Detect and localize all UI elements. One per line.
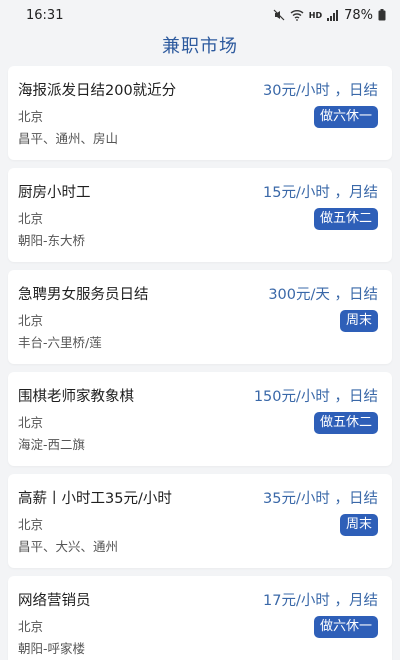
schedule-badge: 做六休一 [313, 616, 378, 638]
job-list: 海报派发日结200就近分 30元/小时 ，日结 北京 昌平、通州、房山 做六休一… [0, 66, 400, 660]
page-title: 兼职市场 [0, 30, 400, 60]
mute-icon [273, 9, 285, 21]
job-salary: 150元/小时 ，日结 [253, 388, 378, 405]
hd-label: HD [308, 10, 323, 20]
job-district: 朝阳-东大桥 [18, 233, 86, 248]
job-salary: 35元/小时 ，日结 [263, 490, 378, 507]
schedule-badge: 做六休一 [313, 106, 378, 128]
job-card[interactable]: 网络营销员 17元/小时 ，月结 北京 朝阳-呼家楼 做六休一 [8, 576, 392, 660]
page-title-text: 兼职市场 [162, 36, 238, 57]
job-salary: 17元/小时 ，月结 [263, 592, 378, 609]
job-district: 丰台-六里桥/莲 [18, 335, 102, 350]
job-title: 高薪丨小时工35元/小时 [18, 490, 172, 507]
job-district: 朝阳-呼家楼 [18, 641, 86, 656]
job-district: 昌平、大兴、通州 [18, 539, 119, 554]
job-title: 网络营销员 [18, 592, 91, 609]
battery-icon [378, 9, 386, 21]
status-time: 16:31 [26, 7, 64, 23]
schedule-badge: 做五休二 [313, 412, 378, 434]
job-card[interactable]: 急聘男女服务员日结 300元/天 ，日结 北京 丰台-六里桥/莲 周末 [8, 270, 392, 364]
battery-percent: 78% [344, 7, 373, 23]
job-city: 北京 [18, 313, 44, 328]
job-salary: 30元/小时 ，日结 [263, 82, 378, 99]
signal-icon [327, 9, 339, 21]
status-icons: HD 78% [273, 8, 386, 23]
schedule-badge: 周末 [339, 514, 378, 536]
job-card[interactable]: 海报派发日结200就近分 30元/小时 ，日结 北京 昌平、通州、房山 做六休一 [8, 66, 392, 160]
job-district: 昌平、通州、房山 [18, 131, 119, 146]
wifi-icon [290, 9, 304, 21]
job-title: 围棋老师家教象棋 [18, 388, 134, 405]
status-bar: 16:31 HD 78% [0, 0, 400, 30]
schedule-badge: 周末 [339, 310, 378, 332]
job-district: 海淀-西二旗 [18, 437, 86, 452]
schedule-badge: 做五休二 [313, 208, 378, 230]
job-card[interactable]: 围棋老师家教象棋 150元/小时 ，日结 北京 海淀-西二旗 做五休二 [8, 372, 392, 466]
job-city: 北京 [18, 517, 44, 532]
job-title: 厨房小时工 [18, 184, 91, 201]
job-salary: 300元/天 ，日结 [268, 286, 378, 303]
job-salary: 15元/小时 ，月结 [263, 184, 378, 201]
job-title: 海报派发日结200就近分 [18, 82, 177, 99]
job-card[interactable]: 厨房小时工 15元/小时 ，月结 北京 朝阳-东大桥 做五休二 [8, 168, 392, 262]
job-title: 急聘男女服务员日结 [18, 286, 149, 303]
job-card[interactable]: 高薪丨小时工35元/小时 35元/小时 ，日结 北京 昌平、大兴、通州 周末 [8, 474, 392, 568]
